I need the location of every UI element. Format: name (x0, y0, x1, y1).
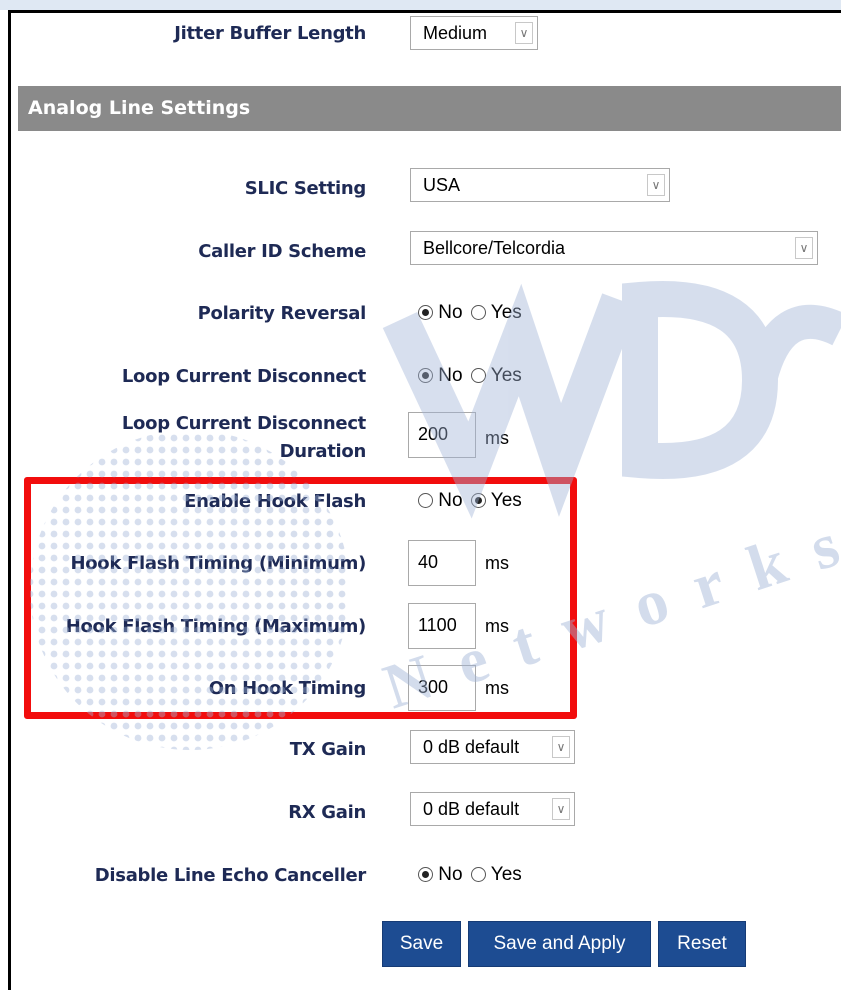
slic-setting-select[interactable]: USA ∨ (410, 168, 670, 202)
jitter-buffer-value: Medium (423, 23, 488, 43)
unit-ms: ms (485, 428, 509, 448)
radio-label-no: No (438, 365, 463, 386)
tx-gain-select[interactable]: 0 dB default ∨ (410, 730, 575, 764)
radio-label-yes: Yes (490, 302, 522, 323)
loop-current-disconnect-label: Loop Current Disconnect (121, 366, 366, 387)
tx-gain-label: TX Gain (289, 739, 367, 760)
polarity-reversal-radio-group: No Yes (418, 302, 522, 324)
save-and-apply-button[interactable]: Save and Apply (468, 921, 651, 967)
loop-duration-value: 200 (418, 424, 449, 444)
section-title: Analog Line Settings (28, 97, 251, 119)
chevron-down-icon: ∨ (552, 736, 570, 758)
polarity-reversal-label: Polarity Reversal (197, 303, 367, 324)
loop-duration-label-line1: Loop Current Disconnect (121, 413, 366, 434)
polarity-no-radio[interactable] (418, 305, 433, 320)
echo-canceller-label: Disable Line Echo Canceller (94, 865, 367, 886)
rx-gain-label: RX Gain (288, 802, 366, 823)
slic-setting-value: USA (423, 175, 461, 195)
slic-setting-label: SLIC Setting (244, 178, 367, 199)
polarity-yes-radio[interactable] (470, 305, 486, 320)
radio-label-no: No (438, 864, 463, 885)
radio-label-yes: Yes (490, 365, 522, 386)
loop-duration-input[interactable]: 200 (408, 412, 476, 458)
radio-label-no: No (438, 302, 463, 323)
loop-disconnect-no-radio[interactable] (418, 368, 433, 383)
echo-canceller-radio-group: No Yes (418, 864, 522, 886)
jitter-buffer-select[interactable]: Medium ∨ (410, 16, 538, 50)
rx-gain-select[interactable]: 0 dB default ∨ (410, 792, 575, 826)
caller-id-select[interactable]: Bellcore/Telcordia ∨ (410, 231, 818, 265)
jitter-buffer-label: Jitter Buffer Length (174, 23, 366, 44)
highlight-box (24, 477, 577, 719)
loop-duration-label-line2: Duration (279, 441, 367, 462)
chevron-down-icon: ∨ (647, 174, 665, 196)
chevron-down-icon: ∨ (515, 22, 533, 44)
save-button[interactable]: Save (382, 921, 461, 967)
rx-gain-value: 0 dB default (423, 799, 520, 819)
caller-id-value: Bellcore/Telcordia (423, 238, 566, 258)
loop-disconnect-yes-radio[interactable] (470, 368, 486, 383)
caller-id-label: Caller ID Scheme (198, 241, 366, 262)
radio-label-yes: Yes (490, 864, 522, 885)
top-background-strip (0, 0, 841, 10)
loop-current-disconnect-radio-group: No Yes (418, 365, 522, 387)
tx-gain-value: 0 dB default (423, 737, 520, 757)
echo-no-radio[interactable] (418, 867, 433, 882)
chevron-down-icon: ∨ (552, 798, 570, 820)
chevron-down-icon: ∨ (795, 237, 813, 259)
echo-yes-radio[interactable] (470, 867, 486, 882)
reset-button[interactable]: Reset (658, 921, 746, 967)
